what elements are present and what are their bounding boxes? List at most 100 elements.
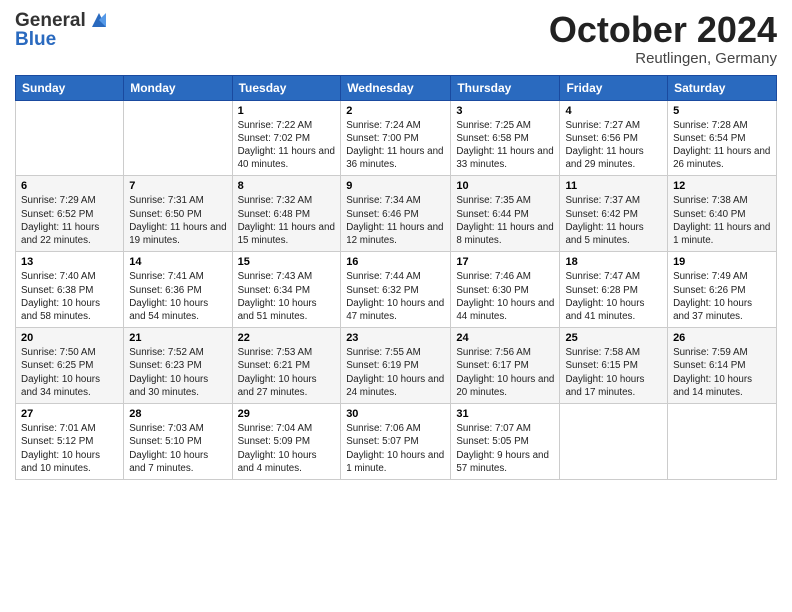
day-number: 14 bbox=[129, 256, 226, 268]
day-info: Sunrise: 7:01 AM Sunset: 5:12 PM Dayligh… bbox=[21, 422, 118, 475]
day-number: 13 bbox=[21, 256, 118, 268]
day-info: Sunrise: 7:07 AM Sunset: 5:05 PM Dayligh… bbox=[456, 422, 554, 475]
logo-icon bbox=[88, 9, 110, 31]
calendar-day-header: Tuesday bbox=[232, 75, 341, 100]
title-block: October 2024 Reutlingen, Germany bbox=[549, 10, 777, 67]
day-number: 11 bbox=[565, 180, 662, 192]
day-number: 16 bbox=[346, 256, 445, 268]
calendar-cell: 28Sunrise: 7:03 AM Sunset: 5:10 PM Dayli… bbox=[124, 404, 232, 480]
header: General Blue October 2024 Reutlingen, Ge… bbox=[15, 10, 777, 67]
day-info: Sunrise: 7:27 AM Sunset: 6:56 PM Dayligh… bbox=[565, 119, 662, 172]
day-number: 12 bbox=[673, 180, 771, 192]
page: General Blue October 2024 Reutlingen, Ge… bbox=[0, 0, 792, 612]
day-info: Sunrise: 7:04 AM Sunset: 5:09 PM Dayligh… bbox=[238, 422, 336, 475]
day-info: Sunrise: 7:32 AM Sunset: 6:48 PM Dayligh… bbox=[238, 194, 336, 247]
day-number: 19 bbox=[673, 256, 771, 268]
calendar-cell: 13Sunrise: 7:40 AM Sunset: 6:38 PM Dayli… bbox=[16, 252, 124, 328]
month-title: October 2024 bbox=[549, 10, 777, 50]
day-number: 15 bbox=[238, 256, 336, 268]
day-number: 9 bbox=[346, 180, 445, 192]
day-number: 18 bbox=[565, 256, 662, 268]
calendar-day-header: Saturday bbox=[668, 75, 777, 100]
day-number: 5 bbox=[673, 105, 771, 117]
day-number: 28 bbox=[129, 408, 226, 420]
day-info: Sunrise: 7:22 AM Sunset: 7:02 PM Dayligh… bbox=[238, 119, 336, 172]
day-info: Sunrise: 7:55 AM Sunset: 6:19 PM Dayligh… bbox=[346, 346, 445, 399]
day-number: 23 bbox=[346, 332, 445, 344]
calendar-cell: 9 Sunrise: 7:34 AM Sunset: 6:46 PM Daylig… bbox=[341, 176, 451, 252]
day-number: 25 bbox=[565, 332, 662, 344]
day-number: 2 bbox=[346, 105, 445, 117]
calendar-day-header: Monday bbox=[124, 75, 232, 100]
day-number: 27 bbox=[21, 408, 118, 420]
calendar-cell: 2 Sunrise: 7:24 AM Sunset: 7:00 PM Daylig… bbox=[341, 100, 451, 176]
calendar-day-header: Sunday bbox=[16, 75, 124, 100]
calendar-cell: 12 Sunrise: 7:38 AM Sunset: 6:40 PM Dayli… bbox=[668, 176, 777, 252]
day-number: 7 bbox=[129, 180, 226, 192]
day-info: Sunrise: 7:59 AM Sunset: 6:14 PM Dayligh… bbox=[673, 346, 771, 399]
day-number: 6 bbox=[21, 180, 118, 192]
calendar-cell: 11Sunrise: 7:37 AM Sunset: 6:42 PM Dayli… bbox=[560, 176, 668, 252]
day-number: 20 bbox=[21, 332, 118, 344]
day-info: Sunrise: 7:31 AM Sunset: 6:50 PM Dayligh… bbox=[129, 194, 226, 247]
calendar-day-header: Friday bbox=[560, 75, 668, 100]
day-number: 30 bbox=[346, 408, 445, 420]
calendar-day-header: Wednesday bbox=[341, 75, 451, 100]
day-number: 26 bbox=[673, 332, 771, 344]
calendar-cell: 23 Sunrise: 7:55 AM Sunset: 6:19 PM Dayli… bbox=[341, 328, 451, 404]
calendar-cell: 6 Sunrise: 7:29 AM Sunset: 6:52 PM Daylig… bbox=[16, 176, 124, 252]
day-info: Sunrise: 7:44 AM Sunset: 6:32 PM Dayligh… bbox=[346, 270, 445, 323]
calendar-cell: 20 Sunrise: 7:50 AM Sunset: 6:25 PM Dayli… bbox=[16, 328, 124, 404]
calendar-day-header: Thursday bbox=[451, 75, 560, 100]
day-info: Sunrise: 7:38 AM Sunset: 6:40 PM Dayligh… bbox=[673, 194, 771, 247]
day-info: Sunrise: 7:52 AM Sunset: 6:23 PM Dayligh… bbox=[129, 346, 226, 399]
day-info: Sunrise: 7:41 AM Sunset: 6:36 PM Dayligh… bbox=[129, 270, 226, 323]
day-info: Sunrise: 7:28 AM Sunset: 6:54 PM Dayligh… bbox=[673, 119, 771, 172]
calendar-cell: 29 Sunrise: 7:04 AM Sunset: 5:09 PM Dayli… bbox=[232, 404, 341, 480]
calendar-cell bbox=[124, 100, 232, 176]
calendar-cell bbox=[668, 404, 777, 480]
day-info: Sunrise: 7:50 AM Sunset: 6:25 PM Dayligh… bbox=[21, 346, 118, 399]
calendar-cell: 3Sunrise: 7:25 AM Sunset: 6:58 PM Daylig… bbox=[451, 100, 560, 176]
calendar-cell: 14 Sunrise: 7:41 AM Sunset: 6:36 PM Dayli… bbox=[124, 252, 232, 328]
logo: General Blue bbox=[15, 10, 110, 51]
day-info: Sunrise: 7:47 AM Sunset: 6:28 PM Dayligh… bbox=[565, 270, 662, 323]
calendar-cell: 4 Sunrise: 7:27 AM Sunset: 6:56 PM Daylig… bbox=[560, 100, 668, 176]
calendar-week-row: 13Sunrise: 7:40 AM Sunset: 6:38 PM Dayli… bbox=[16, 252, 777, 328]
calendar-cell: 31 Sunrise: 7:07 AM Sunset: 5:05 PM Dayli… bbox=[451, 404, 560, 480]
day-number: 21 bbox=[129, 332, 226, 344]
day-info: Sunrise: 7:43 AM Sunset: 6:34 PM Dayligh… bbox=[238, 270, 336, 323]
calendar-cell: 22Sunrise: 7:53 AM Sunset: 6:21 PM Dayli… bbox=[232, 328, 341, 404]
calendar-cell: 19 Sunrise: 7:49 AM Sunset: 6:26 PM Dayli… bbox=[668, 252, 777, 328]
calendar-cell: 10 Sunrise: 7:35 AM Sunset: 6:44 PM Dayli… bbox=[451, 176, 560, 252]
day-info: Sunrise: 7:49 AM Sunset: 6:26 PM Dayligh… bbox=[673, 270, 771, 323]
subtitle: Reutlingen, Germany bbox=[549, 50, 777, 67]
day-info: Sunrise: 7:29 AM Sunset: 6:52 PM Dayligh… bbox=[21, 194, 118, 247]
calendar-cell: 1Sunrise: 7:22 AM Sunset: 7:02 PM Daylig… bbox=[232, 100, 341, 176]
day-info: Sunrise: 7:24 AM Sunset: 7:00 PM Dayligh… bbox=[346, 119, 445, 172]
day-info: Sunrise: 7:34 AM Sunset: 6:46 PM Dayligh… bbox=[346, 194, 445, 247]
calendar-cell: 15 Sunrise: 7:43 AM Sunset: 6:34 PM Dayli… bbox=[232, 252, 341, 328]
calendar: SundayMondayTuesdayWednesdayThursdayFrid… bbox=[15, 75, 777, 480]
calendar-cell: 17 Sunrise: 7:46 AM Sunset: 6:30 PM Dayli… bbox=[451, 252, 560, 328]
calendar-cell: 5 Sunrise: 7:28 AM Sunset: 6:54 PM Daylig… bbox=[668, 100, 777, 176]
day-info: Sunrise: 7:56 AM Sunset: 6:17 PM Dayligh… bbox=[456, 346, 554, 399]
day-number: 8 bbox=[238, 180, 336, 192]
calendar-week-row: 1Sunrise: 7:22 AM Sunset: 7:02 PM Daylig… bbox=[16, 100, 777, 176]
logo-blue: Blue bbox=[15, 29, 110, 51]
day-info: Sunrise: 7:58 AM Sunset: 6:15 PM Dayligh… bbox=[565, 346, 662, 399]
calendar-cell: 27 Sunrise: 7:01 AM Sunset: 5:12 PM Dayli… bbox=[16, 404, 124, 480]
calendar-week-row: 27 Sunrise: 7:01 AM Sunset: 5:12 PM Dayli… bbox=[16, 404, 777, 480]
day-number: 24 bbox=[456, 332, 554, 344]
calendar-cell: 16 Sunrise: 7:44 AM Sunset: 6:32 PM Dayli… bbox=[341, 252, 451, 328]
calendar-cell: 30Sunrise: 7:06 AM Sunset: 5:07 PM Dayli… bbox=[341, 404, 451, 480]
day-info: Sunrise: 7:35 AM Sunset: 6:44 PM Dayligh… bbox=[456, 194, 554, 247]
day-number: 3 bbox=[456, 105, 554, 117]
day-number: 4 bbox=[565, 105, 662, 117]
day-info: Sunrise: 7:53 AM Sunset: 6:21 PM Dayligh… bbox=[238, 346, 336, 399]
day-number: 17 bbox=[456, 256, 554, 268]
day-number: 29 bbox=[238, 408, 336, 420]
day-number: 10 bbox=[456, 180, 554, 192]
day-number: 31 bbox=[456, 408, 554, 420]
day-info: Sunrise: 7:46 AM Sunset: 6:30 PM Dayligh… bbox=[456, 270, 554, 323]
